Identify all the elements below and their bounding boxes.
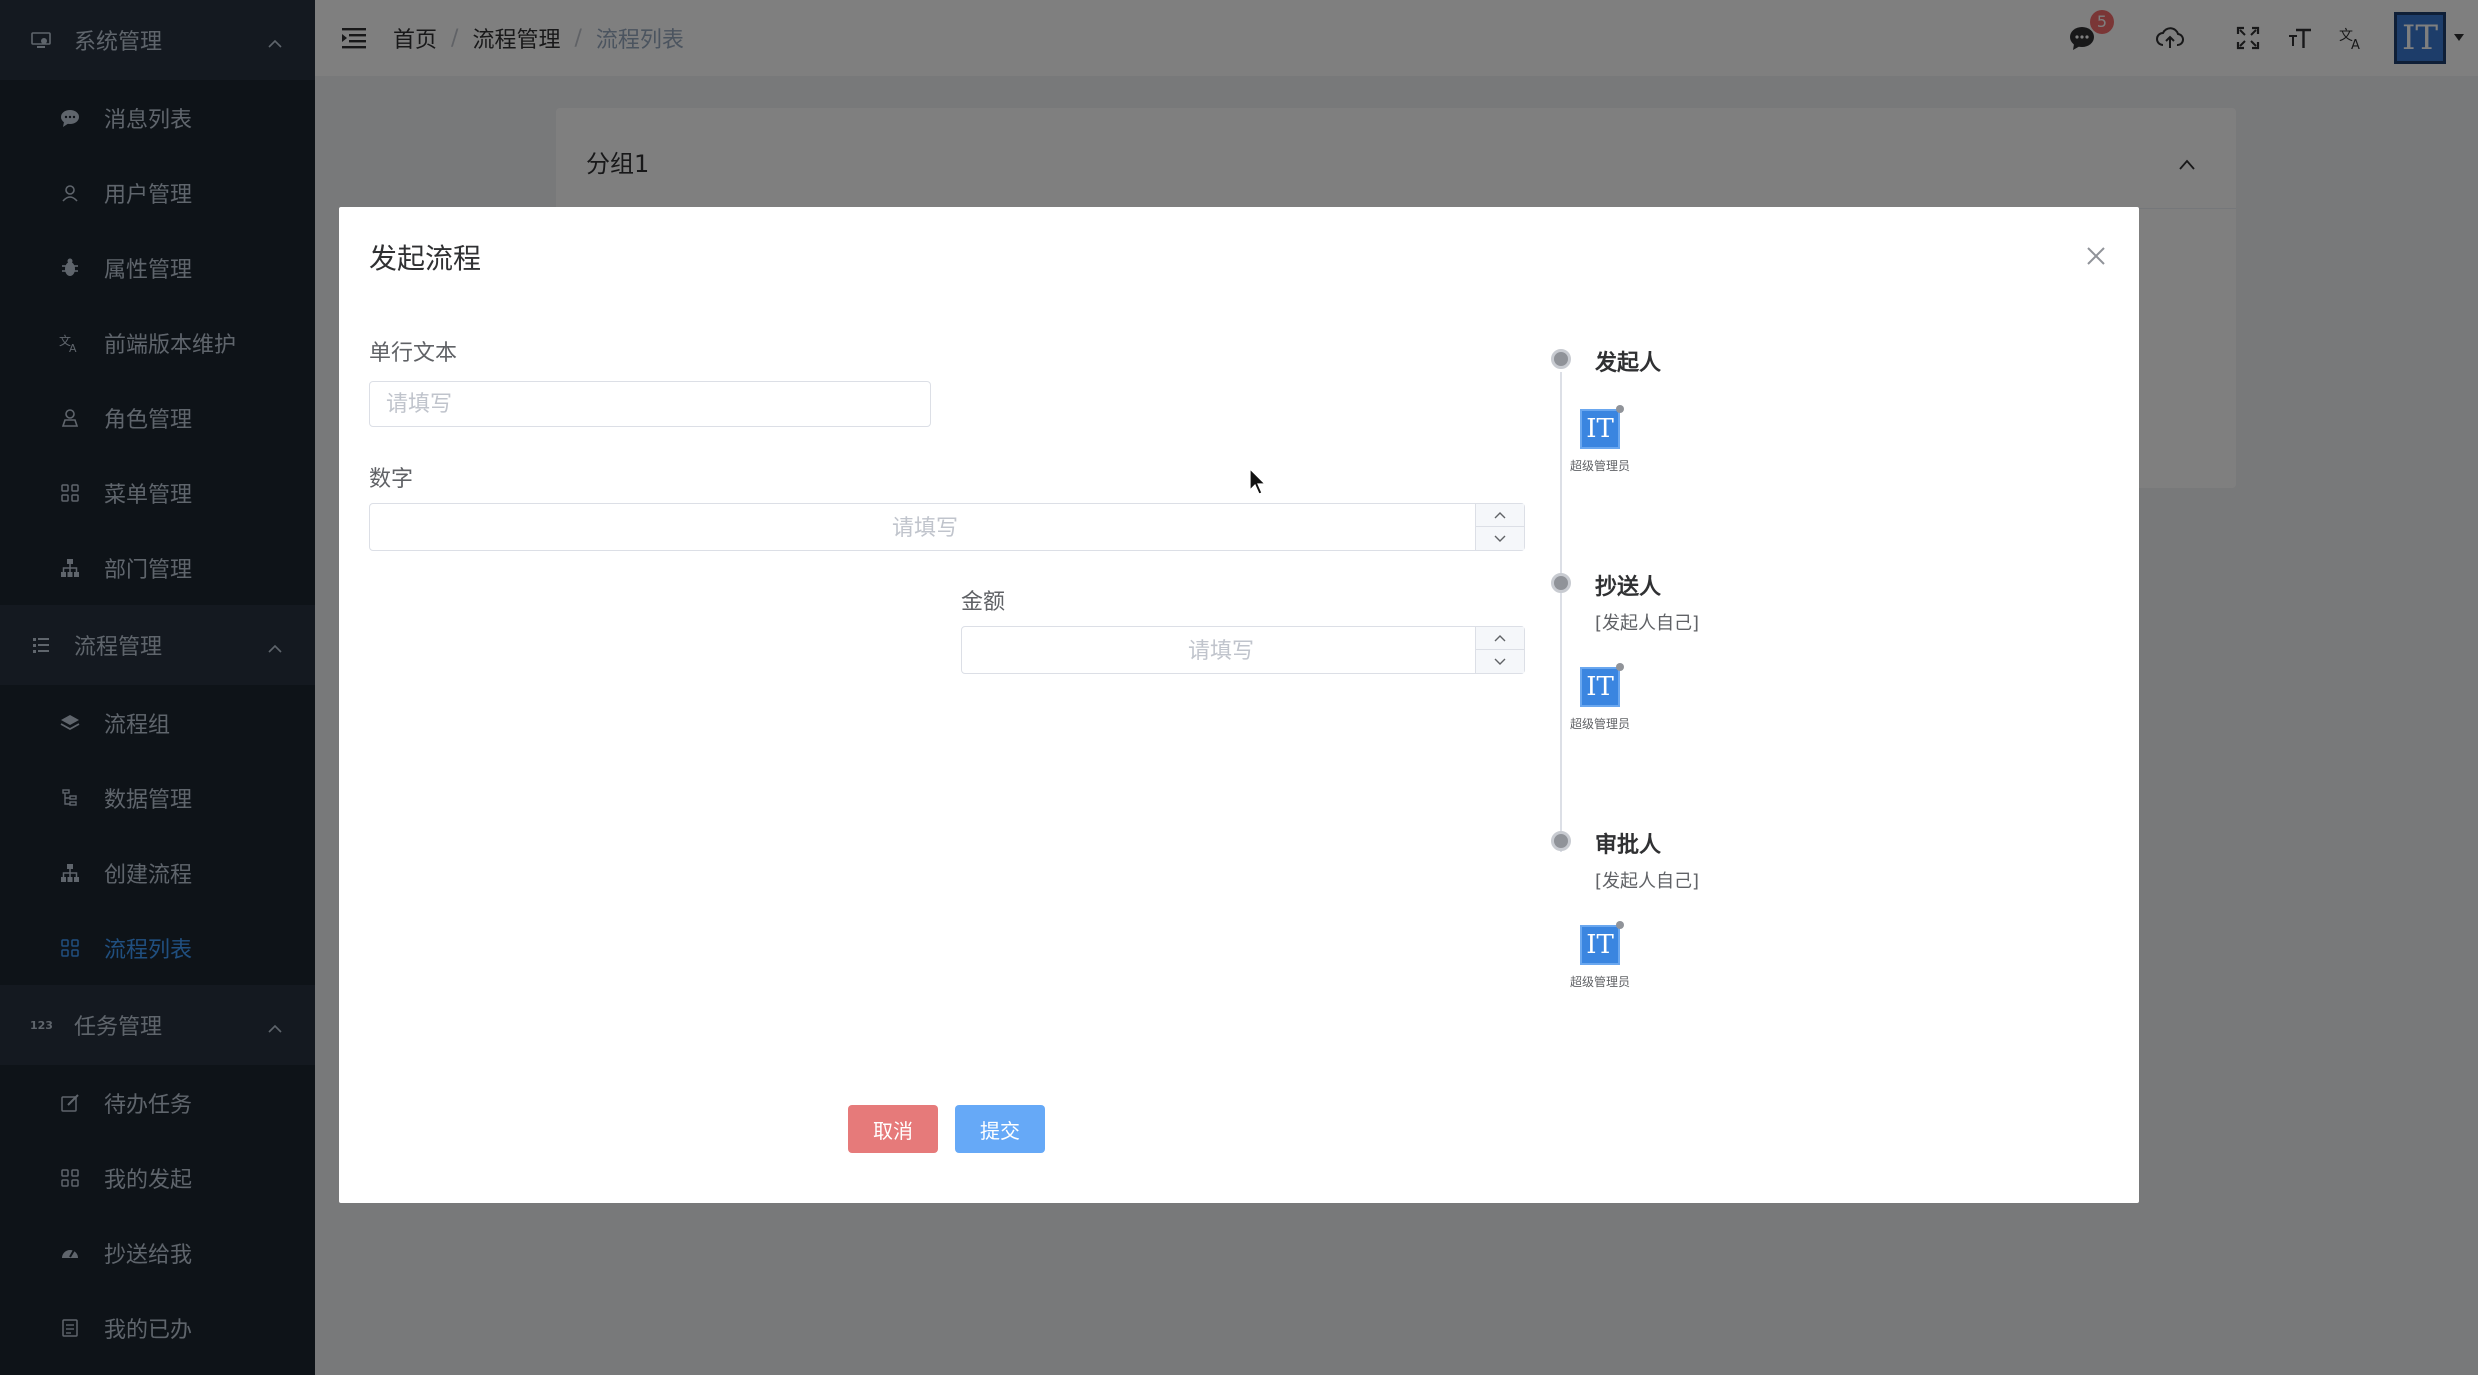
- dialog-title: 发起流程: [369, 242, 482, 275]
- timeline-clock-icon: [1551, 573, 1571, 593]
- number-label: 数字: [369, 467, 414, 492]
- number-stepper: [1475, 504, 1524, 550]
- number-input[interactable]: [369, 503, 1525, 552]
- amount-input[interactable]: [961, 626, 1525, 675]
- timeline-user: IT 超级管理员: [1560, 405, 1640, 474]
- decrease-button[interactable]: [1476, 650, 1524, 673]
- timeline-node-subtitle: [发起人自己]: [1595, 613, 1700, 634]
- timeline-node-subtitle: [发起人自己]: [1595, 871, 1700, 892]
- mouse-cursor-icon: [1249, 467, 1267, 500]
- cancel-button[interactable]: 取消: [848, 1105, 938, 1153]
- timeline-node-title: 发起人: [1595, 351, 1662, 376]
- timeline-clock-icon: [1551, 349, 1571, 369]
- user-avatar: IT: [1580, 921, 1624, 965]
- timeline-user: IT 超级管理员: [1560, 921, 1640, 990]
- timeline-user: IT 超级管理员: [1560, 663, 1640, 732]
- user-avatar: IT: [1580, 663, 1624, 707]
- user-avatar: IT: [1580, 405, 1624, 449]
- amount-stepper: [1475, 627, 1524, 673]
- amount-label: 金额: [961, 590, 1006, 615]
- increase-button[interactable]: [1476, 627, 1524, 650]
- single-line-text-input[interactable]: [369, 381, 931, 427]
- user-name: 超级管理员: [1569, 459, 1630, 473]
- single-line-text-label: 单行文本: [369, 341, 458, 366]
- user-name: 超级管理员: [1569, 717, 1630, 731]
- amount-input-field[interactable]: [962, 627, 1480, 675]
- timeline-node-title: 抄送人: [1595, 575, 1662, 600]
- number-input-field[interactable]: [370, 504, 1480, 552]
- increase-button[interactable]: [1476, 504, 1524, 527]
- timeline-node-title: 审批人: [1595, 833, 1662, 858]
- user-name: 超级管理员: [1569, 975, 1630, 989]
- timeline-clock-icon: [1551, 831, 1571, 851]
- start-process-dialog: 发起流程 单行文本 数字 金额 取消 提交 发起人 IT 超级管理员 抄送人 […: [339, 207, 2139, 1203]
- submit-button[interactable]: 提交: [955, 1105, 1045, 1153]
- close-icon[interactable]: [2085, 245, 2109, 269]
- decrease-button[interactable]: [1476, 527, 1524, 550]
